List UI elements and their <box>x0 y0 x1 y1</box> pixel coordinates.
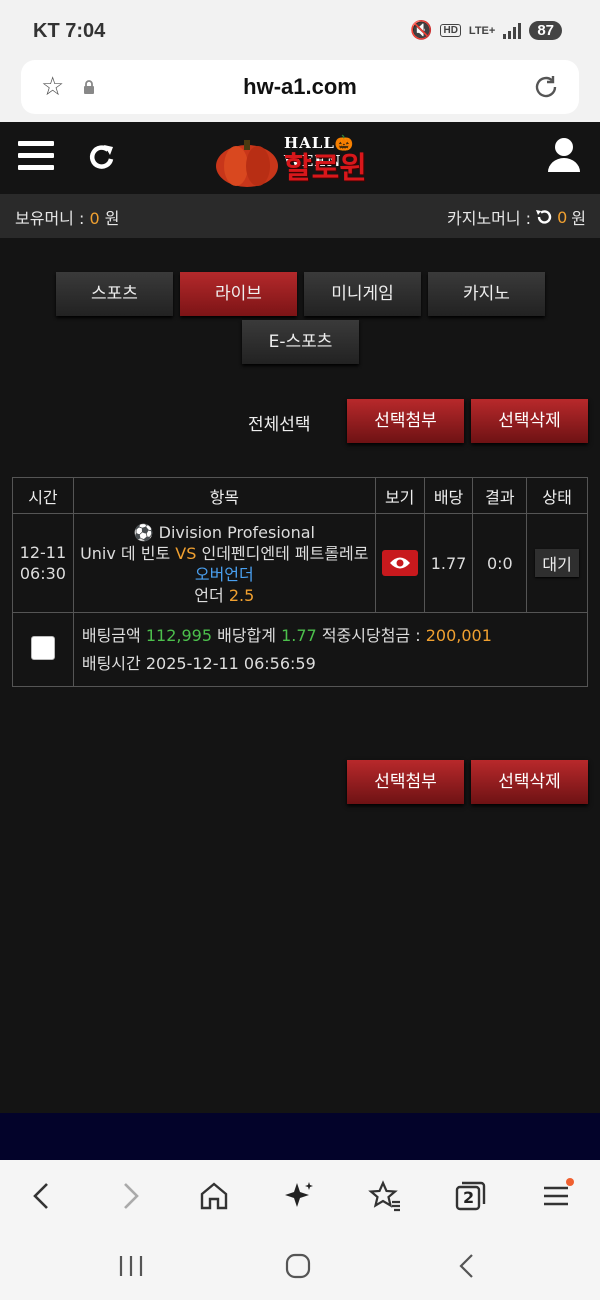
android-nav-bar <box>0 1232 600 1300</box>
payout-label: 적중시당첨금 : <box>321 625 421 645</box>
league-line: ⚽ Division Profesional <box>74 522 374 543</box>
pick-name: 언더 <box>194 586 224 605</box>
ai-sparkle-icon[interactable] <box>281 1178 317 1214</box>
tab-count: 2 <box>463 1188 475 1207</box>
tab-sports[interactable]: 스포츠 <box>56 272 173 316</box>
soccer-ball-icon: ⚽ <box>133 523 154 542</box>
status-cell: 대기 <box>526 513 588 613</box>
bet-summary-row: 배팅금액 112,995 배당합계 1.77 적중시당첨금 : 200,001 … <box>12 612 589 687</box>
battery-badge: 87 <box>529 21 562 40</box>
system-back-icon[interactable] <box>452 1252 482 1280</box>
browser-url-area: ☆ hw-a1.com <box>0 60 600 122</box>
bet-select-checkbox[interactable] <box>30 635 55 660</box>
bet-summary-cell: 배팅금액 112,995 배당합계 1.77 적중시당첨금 : 200,001 … <box>72 612 589 687</box>
tabs-icon[interactable]: 2 <box>452 1178 488 1214</box>
col-status: 상태 <box>526 477 588 514</box>
league-name: Division Profesional <box>158 523 315 542</box>
bet-time-label: 배팅시간 <box>81 653 141 673</box>
bet-time-cell: 12-11 06:30 <box>12 513 74 613</box>
result-cell: 0:0 <box>472 513 528 613</box>
col-odds: 배당 <box>423 477 474 514</box>
home-icon[interactable] <box>196 1178 232 1214</box>
delete-selected-button[interactable]: 선택삭제 <box>471 399 588 443</box>
money-bar: 보유머니 : 0 원 카지노머니 : 0 원 <box>0 194 600 238</box>
back-icon[interactable] <box>24 1178 60 1214</box>
home-button-icon[interactable] <box>283 1252 313 1280</box>
lte-label: LTE+ <box>468 24 496 37</box>
bet-history-table: 시간 항목 보기 배당 결과 상태 12-11 06:30 ⚽ Division… <box>12 477 589 687</box>
summary-line-1: 배팅금액 112,995 배당합계 1.77 적중시당첨금 : 200,001 <box>82 622 587 650</box>
status-badge: 대기 <box>535 549 579 577</box>
hd-badge: HD <box>440 24 461 37</box>
address-bar[interactable]: ☆ hw-a1.com <box>21 60 579 114</box>
signal-icon <box>503 22 522 39</box>
total-odds-label: 배당합계 <box>217 625 276 645</box>
browser-toolbar: 2 <box>0 1160 600 1232</box>
attach-selected-button-bottom[interactable]: 선택첨부 <box>347 760 464 804</box>
view-cell <box>374 513 425 613</box>
col-view: 보기 <box>374 477 425 514</box>
table-row: 12-11 06:30 ⚽ Division Profesional Univ … <box>12 513 588 613</box>
odds-cell: 1.77 <box>423 513 474 613</box>
bet-time: 06:30 <box>19 564 66 583</box>
market-name: 오버언더 <box>194 565 254 584</box>
user-icon[interactable] <box>546 136 582 174</box>
casino-money-label: 카지노머니 : <box>447 209 532 228</box>
home-team: Univ 데 빈토 <box>80 544 171 563</box>
reload-icon[interactable] <box>531 72 561 102</box>
holding-money-value: 0 <box>89 209 100 228</box>
recent-apps-icon[interactable] <box>116 1252 146 1280</box>
pick-line: 언더 2.5 <box>74 585 374 606</box>
col-time: 시간 <box>12 477 74 514</box>
casino-money-value: 0 <box>557 207 568 227</box>
holding-money-label: 보유머니 : <box>15 209 85 228</box>
tab-minigame[interactable]: 미니게임 <box>304 272 421 316</box>
bet-time-value: 2025-12-11 06:56:59 <box>145 653 316 673</box>
bet-item-cell: ⚽ Division Profesional Univ 데 빈토 VS 인데펜디… <box>72 513 376 613</box>
summary-line-2: 배팅시간 2025-12-11 06:56:59 <box>82 650 587 678</box>
delete-selected-button-bottom[interactable]: 선택삭제 <box>471 760 588 804</box>
tab-esports[interactable]: E-스포츠 <box>242 320 359 364</box>
tab-live[interactable]: 라이브 <box>180 272 297 316</box>
menu-icon[interactable] <box>18 141 54 173</box>
footer-strip <box>0 1113 600 1160</box>
amount-value: 112,995 <box>145 625 213 645</box>
checkbox-cell <box>12 612 74 687</box>
payout-value: 200,001 <box>425 625 492 645</box>
casino-money-unit: 원 <box>571 209 586 228</box>
col-item: 항목 <box>72 477 376 514</box>
refresh-icon[interactable] <box>86 142 118 174</box>
site-header: HALL🎃WEEN 할로윈 <box>0 122 600 194</box>
casino-money: 카지노머니 : 0 원 <box>447 205 586 229</box>
match-line: Univ 데 빈토 VS 인데펜디엔테 페트롤레로 <box>74 543 374 564</box>
select-all-label[interactable]: 전체선택 <box>248 410 311 435</box>
forward-icon[interactable] <box>112 1178 148 1214</box>
away-team: 인데펜디엔테 페트롤레로 <box>201 544 369 563</box>
vs-label: VS <box>175 544 197 563</box>
mute-icon: 🔇 <box>410 20 433 41</box>
col-result: 결과 <box>472 477 528 514</box>
amount-label: 배팅금액 <box>81 625 141 645</box>
table-header-row: 시간 항목 보기 배당 결과 상태 <box>12 477 588 514</box>
holding-money: 보유머니 : 0 원 <box>15 205 119 229</box>
status-bar: KT 7:04 🔇 HD LTE+ 87 <box>0 0 600 60</box>
eye-icon[interactable] <box>381 550 418 576</box>
holding-money-unit: 원 <box>104 209 120 228</box>
carrier-time: KT 7:04 <box>33 20 106 42</box>
menu-more-icon[interactable] <box>538 1178 574 1214</box>
logo-korean-text: 할로윈 <box>284 151 367 186</box>
bookmarks-icon[interactable] <box>367 1178 403 1214</box>
total-odds-value: 1.77 <box>281 625 317 645</box>
attach-selected-button[interactable]: 선택첨부 <box>347 399 464 443</box>
url-text[interactable]: hw-a1.com <box>21 74 579 100</box>
casino-refresh-icon[interactable] <box>535 208 553 226</box>
pick-line-value: 2.5 <box>228 586 255 605</box>
pumpkin-icon <box>216 140 278 187</box>
site-logo[interactable]: HALL🎃WEEN 할로윈 <box>212 128 392 190</box>
tab-casino[interactable]: 카지노 <box>428 272 545 316</box>
status-icons: 🔇 HD LTE+ 87 <box>410 20 562 41</box>
bet-date: 12-11 <box>19 543 67 562</box>
